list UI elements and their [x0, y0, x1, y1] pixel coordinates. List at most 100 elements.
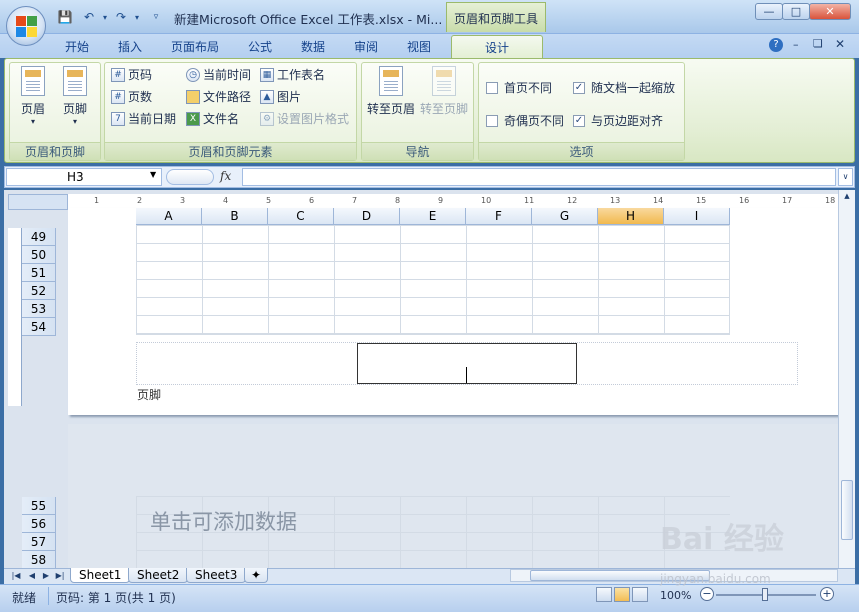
insert-function-icon[interactable]: fx	[220, 169, 231, 183]
column-header-e[interactable]: E	[400, 208, 466, 225]
file-name-button[interactable]: X 文件名	[186, 110, 239, 127]
column-header-g[interactable]: G	[532, 208, 598, 225]
office-logo-icon-part	[16, 27, 26, 37]
row-header-52[interactable]: 52	[22, 282, 56, 300]
tab-formulas[interactable]: 公式	[248, 38, 272, 55]
row-header-53[interactable]: 53	[22, 300, 56, 318]
format-picture-button[interactable]: ⚙ 设置图片格式	[260, 110, 349, 127]
formula-input[interactable]	[242, 168, 836, 186]
zoom-in-icon[interactable]: +	[820, 587, 834, 601]
ribbon-minimize-icon[interactable]: –	[793, 38, 799, 51]
page-number-icon: #	[111, 67, 125, 82]
sheet-tab-sheet2[interactable]: Sheet2	[128, 568, 189, 583]
vertical-scrollbar[interactable]: ▲	[838, 190, 855, 568]
row-header-54[interactable]: 54	[22, 318, 56, 336]
align-with-margins-checkbox[interactable]: ✓ 与页边距对齐	[573, 112, 663, 129]
ruler-number: 11	[524, 196, 535, 205]
tab-insert[interactable]: 插入	[118, 38, 142, 55]
row-header-57[interactable]: 57	[22, 533, 56, 551]
vertical-scroll-thumb[interactable]	[841, 480, 853, 540]
scroll-up-icon[interactable]: ▲	[841, 192, 853, 204]
footer-icon	[63, 66, 87, 96]
row-header-50[interactable]: 50	[22, 246, 56, 264]
zoom-slider-thumb[interactable]	[762, 588, 768, 601]
header-button[interactable]: 页眉 ▾	[14, 66, 52, 126]
column-header-h[interactable]: H	[598, 208, 664, 225]
footer-center-section[interactable]	[357, 343, 577, 384]
undo-icon[interactable]: ↶	[80, 9, 98, 25]
baidu-watermark-url: jingyan.baidu.com	[660, 572, 771, 586]
window-title: 新建Microsoft Office Excel 工作表.xlsx - Mi..…	[174, 12, 443, 27]
tab-page-layout[interactable]: 页面布局	[171, 38, 219, 55]
office-button[interactable]	[6, 6, 46, 46]
page-break-preview-icon[interactable]	[632, 587, 648, 602]
last-sheet-icon[interactable]: ▶|	[54, 569, 66, 582]
baidu-watermark: Bai 经验	[660, 522, 784, 557]
footer-button[interactable]: 页脚 ▾	[56, 66, 94, 126]
picture-button[interactable]: ▲ 图片	[260, 88, 301, 105]
tab-home[interactable]: 开始	[65, 38, 89, 55]
ribbon-restore-icon[interactable]: ❏	[813, 37, 823, 50]
first-page-different-checkbox[interactable]: 首页不同	[486, 79, 552, 96]
name-box-dropdown-icon[interactable]: ▼	[150, 170, 156, 179]
name-box[interactable]: H3	[6, 168, 162, 186]
format-picture-label: 设置图片格式	[277, 112, 350, 126]
row-header-56[interactable]: 56	[22, 515, 56, 533]
zoom-out-icon[interactable]: −	[700, 587, 714, 601]
help-icon[interactable]: ?	[769, 38, 783, 52]
tab-design[interactable]: 设计	[451, 35, 543, 59]
customize-qat-icon[interactable]: ▿	[150, 9, 162, 25]
page-count-button[interactable]: # 页数	[111, 88, 152, 105]
column-header-i[interactable]: I	[664, 208, 730, 225]
ruler-number: 2	[137, 196, 143, 205]
close-button[interactable]: ✕	[809, 3, 851, 20]
scale-with-document-checkbox[interactable]: ✓ 随文档一起缩放	[573, 79, 675, 96]
click-to-add-data-hint[interactable]: 单击可添加数据	[150, 506, 297, 536]
page-layout-view-icon[interactable]	[614, 587, 630, 602]
cell-grid-page-1[interactable]	[136, 225, 730, 335]
goto-header-button[interactable]: 转至页眉	[365, 66, 417, 117]
workbook-close-icon[interactable]: ✕	[835, 37, 845, 51]
save-icon[interactable]: 💾	[56, 9, 74, 25]
redo-icon[interactable]: ↷	[112, 9, 130, 25]
tab-view[interactable]: 视图	[407, 38, 431, 55]
current-date-button[interactable]: 7 当前日期	[111, 110, 176, 127]
next-sheet-icon[interactable]: ▶	[40, 569, 52, 582]
insert-sheet-icon[interactable]: ✦	[244, 568, 269, 583]
group-label: 选项	[479, 142, 684, 160]
row-header-49[interactable]: 49	[22, 228, 56, 246]
expand-formula-bar-icon[interactable]: ∨	[838, 168, 853, 186]
normal-view-icon[interactable]	[596, 587, 612, 602]
maximize-button[interactable]: □	[782, 3, 810, 20]
sheet-name-button[interactable]: ▦ 工作表名	[260, 66, 325, 83]
column-header-c[interactable]: C	[268, 208, 334, 225]
current-time-button[interactable]: ◷ 当前时间	[186, 66, 251, 83]
ruler-number: 15	[696, 196, 707, 205]
tab-data[interactable]: 数据	[301, 38, 325, 55]
file-path-button[interactable]: 文件路径	[186, 88, 251, 105]
goto-footer-button[interactable]: 转至页脚	[418, 66, 470, 117]
prev-sheet-icon[interactable]: ◀	[26, 569, 38, 582]
row-header-51[interactable]: 51	[22, 264, 56, 282]
row-header-55[interactable]: 55	[22, 497, 56, 515]
column-header-d[interactable]: D	[334, 208, 400, 225]
ruler-number: 18	[825, 196, 836, 205]
tab-review[interactable]: 审阅	[354, 38, 378, 55]
redo-dropdown-icon[interactable]: ▾	[132, 9, 142, 25]
column-header-a[interactable]: A	[136, 208, 202, 225]
first-sheet-icon[interactable]: |◀	[10, 569, 22, 582]
undo-dropdown-icon[interactable]: ▾	[100, 9, 110, 25]
file-name-label: 文件名	[203, 112, 240, 126]
odd-even-different-checkbox[interactable]: 奇偶页不同	[486, 112, 564, 129]
select-all-corner[interactable]	[8, 194, 68, 210]
sheet-tab-sheet1[interactable]: Sheet1	[70, 568, 131, 583]
column-header-f[interactable]: F	[466, 208, 532, 225]
zoom-level[interactable]: 100%	[660, 589, 691, 602]
row-header-58[interactable]: 58	[22, 551, 56, 569]
minimize-button[interactable]: —	[755, 3, 783, 20]
formula-bar-splitter[interactable]	[166, 169, 214, 185]
header-button-label: 页眉	[20, 102, 45, 116]
column-header-b[interactable]: B	[202, 208, 268, 225]
sheet-tab-sheet3[interactable]: Sheet3	[186, 568, 247, 583]
page-number-button[interactable]: # 页码	[111, 66, 152, 83]
